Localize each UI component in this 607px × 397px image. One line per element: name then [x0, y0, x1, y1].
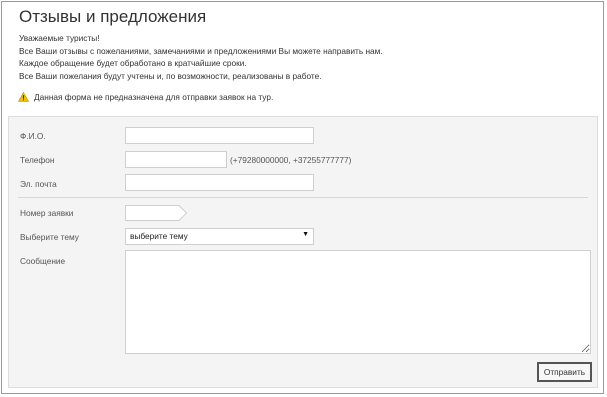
- email-label: Эл. почта: [20, 179, 57, 189]
- intro-line: Уважаемые туристы!: [19, 33, 100, 43]
- submit-button[interactable]: Отправить: [537, 362, 592, 382]
- order-number-label: Номер заявки: [20, 208, 74, 218]
- phone-label: Телефон: [20, 155, 55, 165]
- intro-line: Все Ваши пожелания будут учтены и, по во…: [19, 70, 322, 81]
- dropdown-arrow-icon: ▼: [302, 231, 309, 238]
- intro-line: Каждое обращение будет обработано в крат…: [19, 58, 247, 68]
- topic-label: Выберите тему: [20, 232, 79, 242]
- phone-input[interactable]: [125, 151, 227, 168]
- fio-label: Ф.И.О.: [20, 131, 46, 141]
- warning-triangle-icon: [18, 92, 29, 102]
- message-label: Сообщение: [20, 256, 66, 266]
- form-divider: [18, 197, 588, 198]
- warning-text: Данная форма не предназначена для отправ…: [34, 92, 274, 102]
- feedback-form: Ф.И.О. Телефон (+79280000000, +372557777…: [8, 116, 598, 388]
- order-number-input[interactable]: [125, 205, 187, 221]
- warning-notice: Данная форма не предназначена для отправ…: [18, 92, 273, 102]
- fio-input[interactable]: [125, 127, 314, 144]
- topic-select[interactable]: выберите тему ▼: [125, 228, 314, 245]
- email-input[interactable]: [125, 174, 314, 191]
- intro-text: Уважаемые туристы! Все Ваши отзывы с пож…: [19, 32, 383, 82]
- message-textarea[interactable]: [125, 250, 591, 354]
- page-title: Отзывы и предложения: [19, 7, 207, 26]
- intro-line: Все Ваши отзывы с пожеланиями, замечания…: [19, 45, 383, 56]
- topic-selected-value: выберите тему: [130, 231, 188, 241]
- phone-format-hint: (+79280000000, +37255777777): [230, 155, 352, 165]
